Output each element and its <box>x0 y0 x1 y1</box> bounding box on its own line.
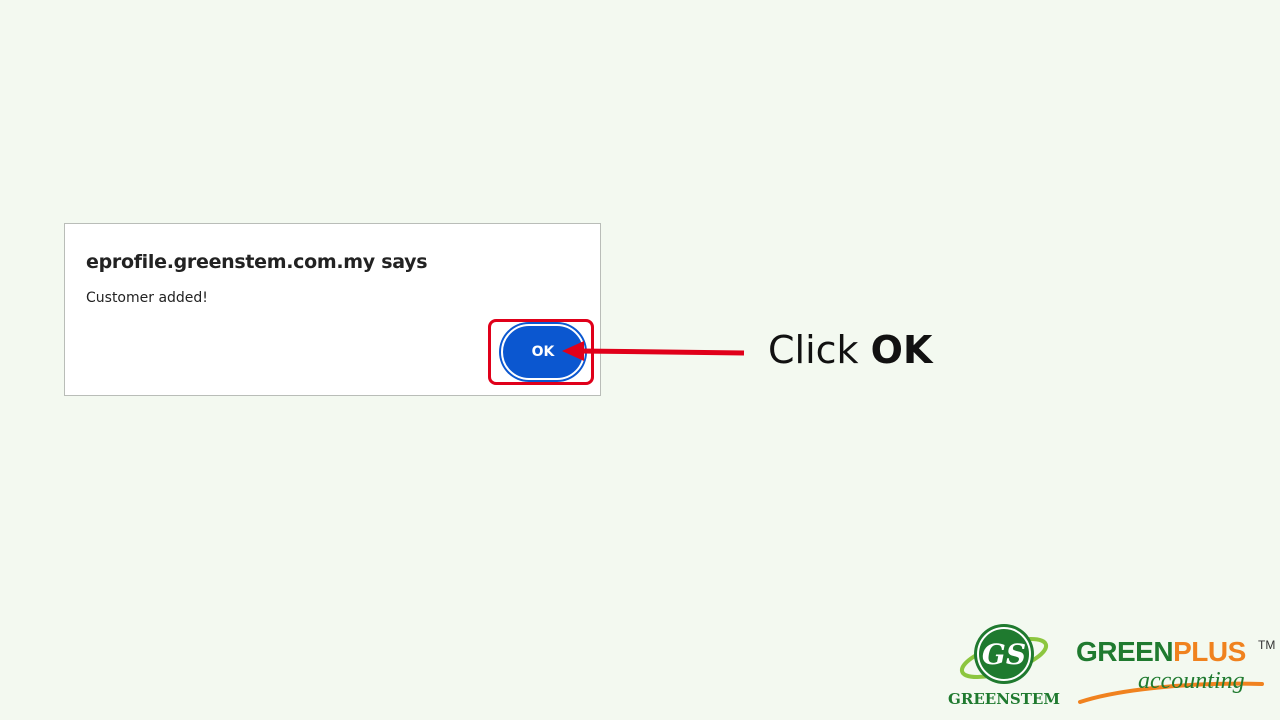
greenplus-wordmark: GREENPLUS <box>1076 636 1246 668</box>
greenstem-wordmark: GREENSTEM <box>948 690 1060 708</box>
trademark-mark: TM <box>1258 638 1276 652</box>
instruction-prefix: Click <box>768 328 871 372</box>
pointer-arrow-icon <box>562 341 745 361</box>
instruction-text: Click OK <box>768 328 932 372</box>
greenplus-word-green: GREEN <box>1076 636 1174 667</box>
greenstem-monogram: GS <box>982 638 1026 671</box>
instruction-emphasis: OK <box>870 328 933 372</box>
dialog-message: Customer added! <box>86 290 208 306</box>
greenplus-logo: GREENPLUS TM accounting <box>1076 636 1276 716</box>
dialog-title: eprofile.greenstem.com.my says <box>86 251 428 273</box>
greenplus-word-plus: PLUS <box>1173 636 1246 667</box>
greenstem-emblem-icon: GS <box>959 624 1049 684</box>
greenstem-logo: GS GREENSTEM <box>948 620 1060 716</box>
greenplus-accounting-text: accounting <box>1138 668 1245 694</box>
